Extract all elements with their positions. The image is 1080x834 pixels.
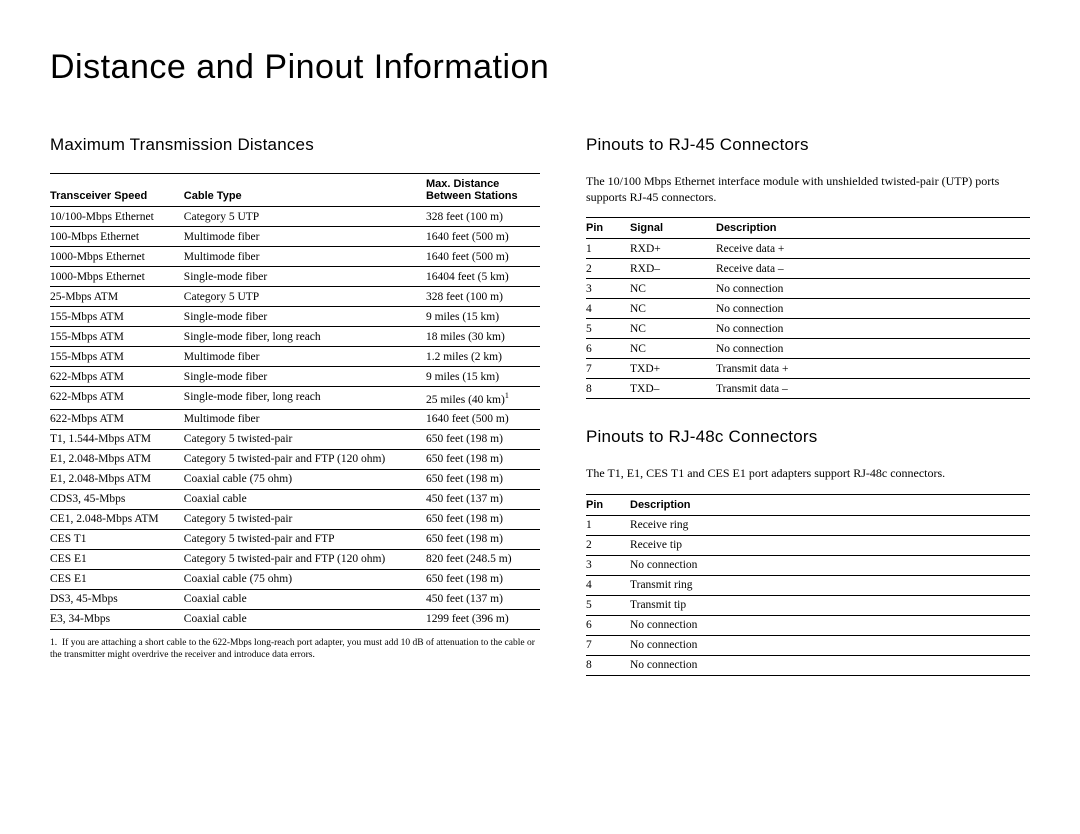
table-row: E1, 2.048-Mbps ATMCoaxial cable (75 ohm)… [50,469,540,489]
table-row: 622-Mbps ATMMultimode fiber1640 feet (50… [50,409,540,429]
table-row: 2Receive tip [586,535,1030,555]
table-row: CES E1Category 5 twisted-pair and FTP (1… [50,549,540,569]
page-title: Distance and Pinout Information [50,48,1030,87]
th-pin: Pin [586,494,630,515]
table-row: CDS3, 45-MbpsCoaxial cable450 feet (137 … [50,489,540,509]
content-columns: Maximum Transmission Distances Transceiv… [50,135,1030,676]
table-row: 1000-Mbps EthernetSingle-mode fiber16404… [50,267,540,287]
th-signal: Signal [630,218,716,239]
table-row: 1RXD+Receive data + [586,239,1030,259]
table-row: 2RXD–Receive data – [586,259,1030,279]
table-row: 622-Mbps ATMSingle-mode fiber9 miles (15… [50,367,540,387]
th-pin: Pin [586,218,630,239]
table-row: 4Transmit ring [586,575,1030,595]
table-row: 8TXD–Transmit data – [586,379,1030,399]
table-row: 4NCNo connection [586,299,1030,319]
table-row: 3NCNo connection [586,279,1030,299]
distances-table: Transceiver Speed Cable Type Max. Distan… [50,173,540,630]
table-row: CES E1Coaxial cable (75 ohm)650 feet (19… [50,569,540,589]
th-cable: Cable Type [184,174,426,207]
th-desc: Description [716,218,1030,239]
th-speed: Transceiver Speed [50,174,184,207]
th-desc: Description [630,494,1030,515]
table-row: T1, 1.544-Mbps ATMCategory 5 twisted-pai… [50,429,540,449]
table-row: 6NCNo connection [586,339,1030,359]
table-row: 3No connection [586,555,1030,575]
table-row: E1, 2.048-Mbps ATMCategory 5 twisted-pai… [50,449,540,469]
table-row: 5NCNo connection [586,319,1030,339]
table-row: 155-Mbps ATMSingle-mode fiber9 miles (15… [50,307,540,327]
table-row: 1Receive ring [586,515,1030,535]
table-row: 5Transmit tip [586,595,1030,615]
rj45-table: Pin Signal Description 1RXD+Receive data… [586,217,1030,399]
rj48c-table: Pin Description 1Receive ring2Receive ti… [586,494,1030,676]
rj48c-intro: The T1, E1, CES T1 and CES E1 port adapt… [586,465,1030,481]
table-row: CE1, 2.048-Mbps ATMCategory 5 twisted-pa… [50,509,540,529]
table-row: 8No connection [586,655,1030,675]
table-row: E3, 34-MbpsCoaxial cable1299 feet (396 m… [50,609,540,629]
table-row: 1000-Mbps EthernetMultimode fiber1640 fe… [50,247,540,267]
table-row: CES T1Category 5 twisted-pair and FTP650… [50,529,540,549]
table-row: 622-Mbps ATMSingle-mode fiber, long reac… [50,387,540,410]
table-row: 155-Mbps ATMMultimode fiber1.2 miles (2 … [50,347,540,367]
left-column: Maximum Transmission Distances Transceiv… [50,135,540,676]
th-dist: Max. Distance Between Stations [426,174,540,207]
table-row: 6No connection [586,615,1030,635]
right-column: Pinouts to RJ-45 Connectors The 10/100 M… [586,135,1030,676]
table-row: 7No connection [586,635,1030,655]
table-row: 155-Mbps ATMSingle-mode fiber, long reac… [50,327,540,347]
table-row: 7TXD+Transmit data + [586,359,1030,379]
section-heading-rj48c: Pinouts to RJ-48c Connectors [586,427,1030,447]
table-row: 25-Mbps ATMCategory 5 UTP328 feet (100 m… [50,287,540,307]
table-row: 10/100-Mbps EthernetCategory 5 UTP328 fe… [50,207,540,227]
rj45-intro: The 10/100 Mbps Ethernet interface modul… [586,173,1030,205]
section-heading-rj45: Pinouts to RJ-45 Connectors [586,135,1030,155]
footnote: 1.If you are attaching a short cable to … [50,638,540,662]
section-heading-distances: Maximum Transmission Distances [50,135,540,155]
table-row: 100-Mbps EthernetMultimode fiber1640 fee… [50,227,540,247]
table-row: DS3, 45-MbpsCoaxial cable450 feet (137 m… [50,589,540,609]
